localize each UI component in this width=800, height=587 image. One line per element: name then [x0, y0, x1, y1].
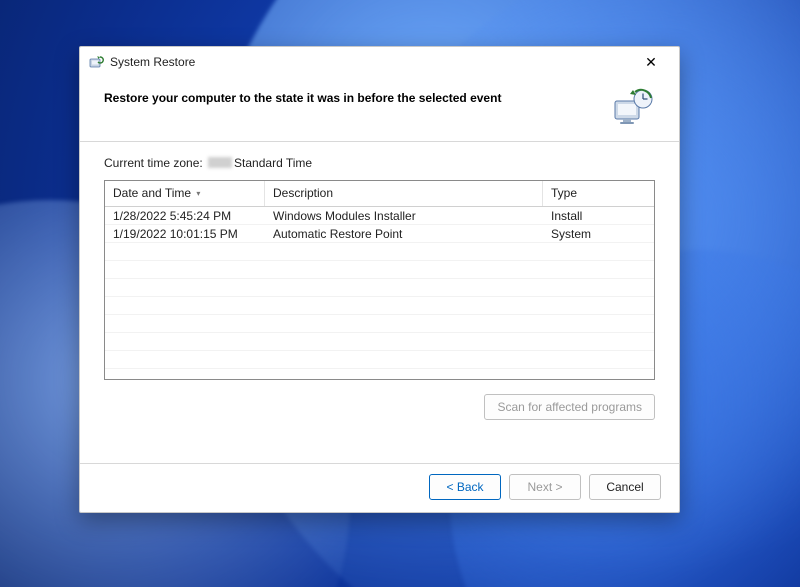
header-section: Restore your computer to the state it wa… — [80, 77, 679, 142]
restore-points-table[interactable]: Date and Time ▾ Description Type 1/28/20… — [104, 180, 655, 380]
timezone-prefix: Current time zone: — [104, 156, 206, 170]
system-restore-large-icon — [611, 87, 655, 127]
column-header-date-label: Date and Time — [113, 186, 191, 200]
cell-description: Automatic Restore Point — [265, 227, 543, 241]
cancel-button[interactable]: Cancel — [589, 474, 661, 500]
column-header-type[interactable]: Type — [543, 181, 654, 206]
system-restore-dialog: System Restore ✕ Restore your computer t… — [79, 46, 680, 513]
headline-text: Restore your computer to the state it wa… — [104, 87, 599, 105]
next-button[interactable]: Next > — [509, 474, 581, 500]
table-row[interactable] — [105, 279, 654, 297]
column-header-description-label: Description — [273, 186, 333, 200]
table-row[interactable] — [105, 315, 654, 333]
cell-date: 1/19/2022 10:01:15 PM — [105, 227, 265, 241]
column-header-description[interactable]: Description — [265, 181, 543, 206]
table-row[interactable] — [105, 351, 654, 369]
timezone-suffix: Standard Time — [234, 156, 312, 170]
cell-type: System — [543, 227, 654, 241]
back-button[interactable]: < Back — [429, 474, 501, 500]
table-row[interactable] — [105, 243, 654, 261]
cell-type: Install — [543, 209, 654, 223]
table-row[interactable] — [105, 297, 654, 315]
body-section: Current time zone: Standard Time Date an… — [80, 142, 679, 463]
column-header-type-label: Type — [551, 186, 577, 200]
table-header-row: Date and Time ▾ Description Type — [105, 181, 654, 207]
scan-affected-programs-button[interactable]: Scan for affected programs — [484, 394, 655, 420]
timezone-redacted — [208, 157, 232, 168]
scan-row: Scan for affected programs — [104, 394, 655, 420]
sort-descending-icon: ▾ — [196, 189, 200, 198]
table-row[interactable] — [105, 333, 654, 351]
cell-date: 1/28/2022 5:45:24 PM — [105, 209, 265, 223]
desktop-wallpaper: System Restore ✕ Restore your computer t… — [0, 0, 800, 587]
close-button[interactable]: ✕ — [631, 48, 671, 76]
cell-description: Windows Modules Installer — [265, 209, 543, 223]
table-row[interactable]: 1/28/2022 5:45:24 PM Windows Modules Ins… — [105, 207, 654, 225]
table-row[interactable]: 1/19/2022 10:01:15 PM Automatic Restore … — [105, 225, 654, 243]
wizard-footer: < Back Next > Cancel — [80, 463, 679, 512]
table-row[interactable] — [105, 261, 654, 279]
window-title: System Restore — [110, 55, 195, 69]
close-icon: ✕ — [645, 55, 657, 69]
timezone-label: Current time zone: Standard Time — [104, 156, 655, 170]
system-restore-icon — [88, 54, 104, 70]
titlebar[interactable]: System Restore ✕ — [80, 47, 679, 77]
table-body: 1/28/2022 5:45:24 PM Windows Modules Ins… — [105, 207, 654, 369]
column-header-date[interactable]: Date and Time ▾ — [105, 181, 265, 206]
